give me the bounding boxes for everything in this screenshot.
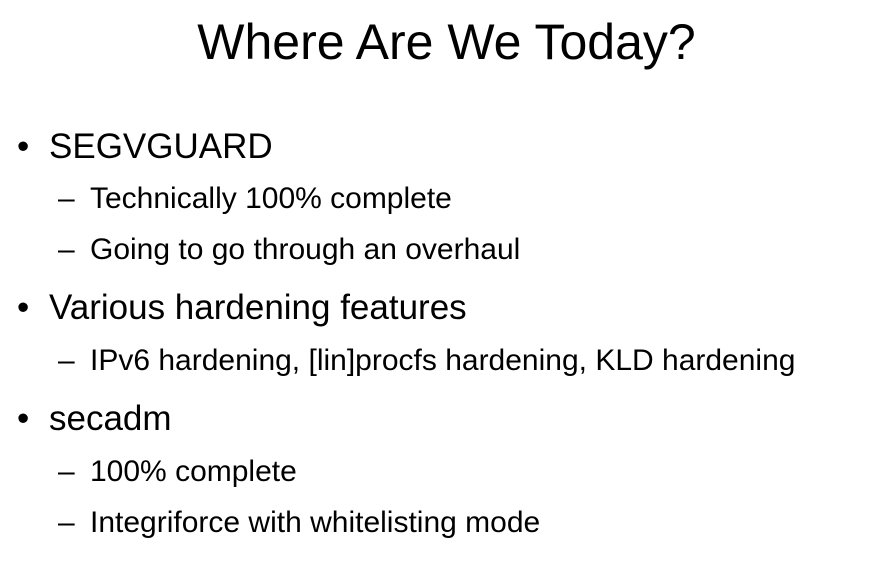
dash-icon: – [58,344,75,377]
bullet-icon: • [17,127,30,166]
sub-list-item-text: Integriforce with whitelisting mode [90,506,541,539]
sub-list-item-text: IPv6 hardening, [lin]procfs hardening, K… [90,344,796,377]
dash-icon: – [58,506,75,539]
dash-icon: – [58,455,75,488]
sub-list-item-text: 100% complete [90,455,297,488]
bullet-list: • SEGVGUARD – Technically 100% complete … [0,0,893,568]
bullet-icon: • [17,399,30,438]
list-item-text: secadm [49,399,172,438]
list-item-text: SEGVGUARD [49,127,273,166]
slide: Where Are We Today? • SEGVGUARD – Techni… [0,0,893,568]
dash-icon: – [58,233,75,266]
list-item-text: Various hardening features [49,288,467,327]
sub-list-item-text: Going to go through an overhaul [90,233,521,266]
bullet-icon: • [17,288,30,327]
dash-icon: – [58,182,75,215]
sub-list-item-text: Technically 100% complete [90,182,452,215]
